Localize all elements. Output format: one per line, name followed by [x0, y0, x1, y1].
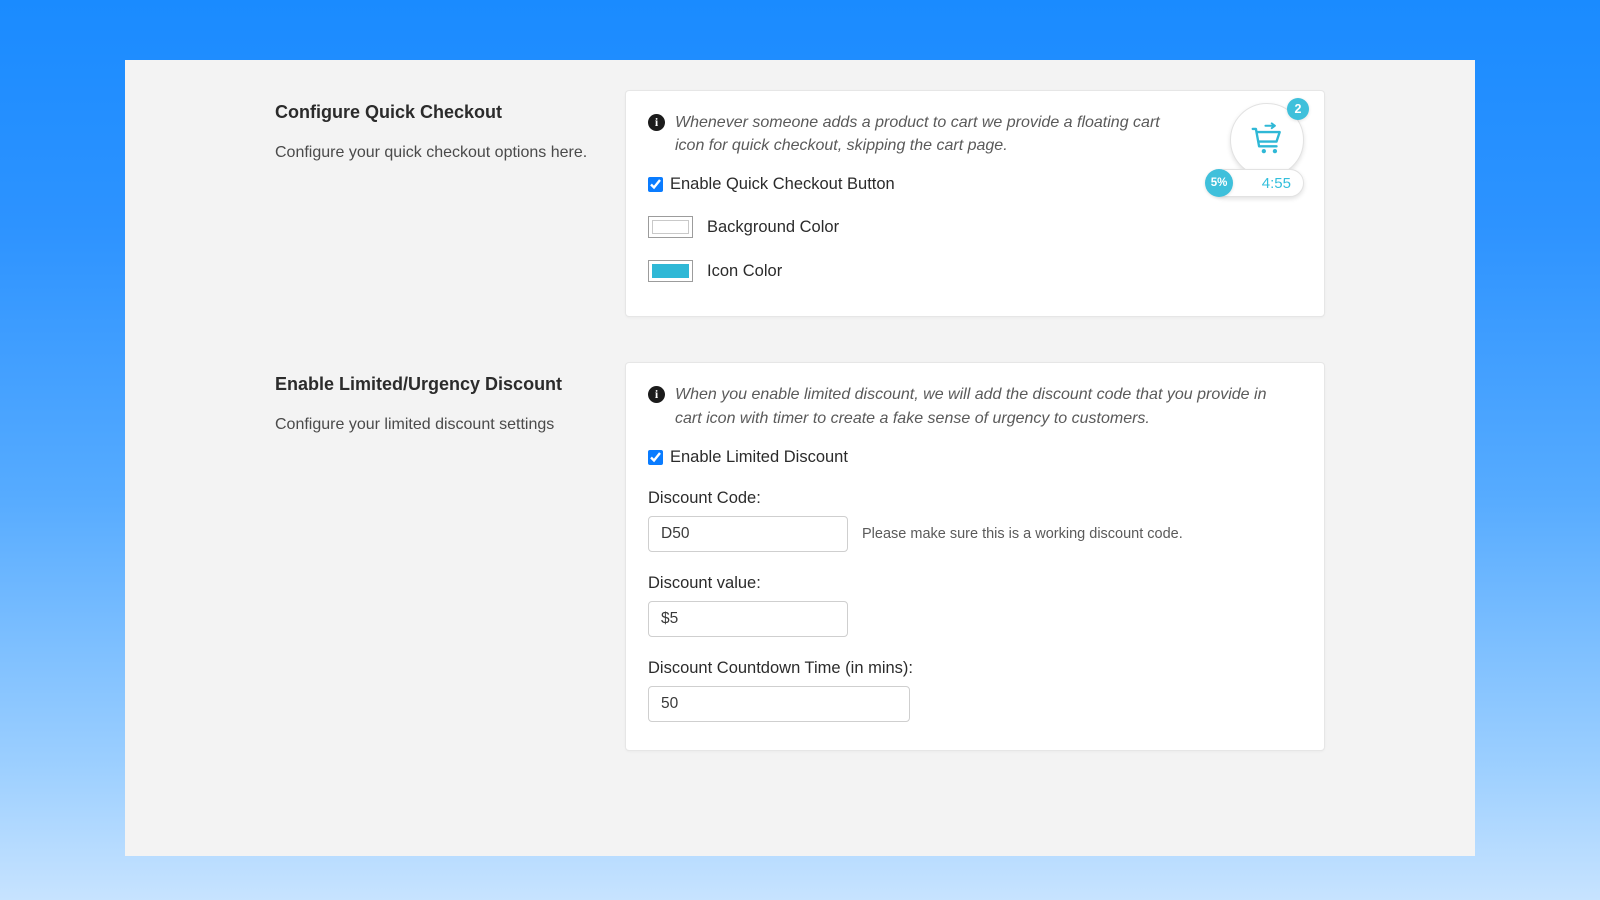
cart-circle[interactable]: 2: [1230, 103, 1304, 177]
quick-checkout-info: Whenever someone adds a product to cart …: [675, 111, 1165, 157]
discount-info: When you enable limited discount, we wil…: [675, 383, 1295, 429]
quick-checkout-title: Configure Quick Checkout: [275, 102, 595, 123]
info-row: i Whenever someone adds a product to car…: [648, 111, 1302, 157]
discount-countdown-input[interactable]: [648, 686, 910, 722]
discount-title: Enable Limited/Urgency Discount: [275, 374, 595, 395]
discount-subtitle: Configure your limited discount settings: [275, 413, 595, 437]
enable-discount-checkbox[interactable]: [648, 450, 663, 465]
discount-value-label: Discount value:: [648, 574, 1302, 593]
info-icon: i: [648, 114, 665, 131]
cart-preview: 2 5% 4:55: [1218, 103, 1304, 197]
enable-quick-checkout-label: Enable Quick Checkout Button: [670, 175, 895, 194]
icon-color-label: Icon Color: [707, 262, 782, 281]
enable-quick-checkout-row: Enable Quick Checkout Button: [648, 175, 1302, 194]
icon-color-row: Icon Color: [648, 260, 1302, 282]
section-quick-checkout: Configure Quick Checkout Configure your …: [125, 90, 1475, 317]
quick-checkout-subtitle: Configure your quick checkout options he…: [275, 141, 595, 165]
enable-discount-label: Enable Limited Discount: [670, 448, 848, 467]
discount-code-field: Discount Code: Please make sure this is …: [648, 489, 1302, 552]
info-row: i When you enable limited discount, we w…: [648, 383, 1302, 429]
enable-quick-checkout-checkbox[interactable]: [648, 177, 663, 192]
settings-page: Configure Quick Checkout Configure your …: [125, 60, 1475, 856]
discount-code-label: Discount Code:: [648, 489, 1302, 508]
cart-timer: 4:55: [1262, 175, 1291, 192]
swatch-inner: [652, 220, 689, 234]
discount-value-input[interactable]: [648, 601, 848, 637]
discount-countdown-label: Discount Countdown Time (in mins):: [648, 659, 1302, 678]
cart-icon: [1248, 121, 1286, 159]
discount-countdown-field: Discount Countdown Time (in mins):: [648, 659, 1302, 722]
discount-card: i When you enable limited discount, we w…: [625, 362, 1325, 750]
background-color-swatch[interactable]: [648, 216, 693, 238]
background-color-label: Background Color: [707, 218, 839, 237]
section-limited-discount: Enable Limited/Urgency Discount Configur…: [125, 362, 1475, 750]
section-left: Enable Limited/Urgency Discount Configur…: [275, 362, 625, 750]
cart-count-badge: 2: [1287, 98, 1309, 120]
quick-checkout-card: i Whenever someone adds a product to car…: [625, 90, 1325, 317]
discount-value-field: Discount value:: [648, 574, 1302, 637]
swatch-inner: [652, 264, 689, 278]
icon-color-swatch[interactable]: [648, 260, 693, 282]
enable-discount-row: Enable Limited Discount: [648, 448, 1302, 467]
discount-code-input[interactable]: [648, 516, 848, 552]
cart-lower-pill[interactable]: 5% 4:55: [1212, 169, 1304, 197]
info-icon: i: [648, 386, 665, 403]
background-color-row: Background Color: [648, 216, 1302, 238]
field-row: Please make sure this is a working disco…: [648, 516, 1302, 552]
discount-percent-badge: 5%: [1205, 169, 1233, 197]
discount-code-hint: Please make sure this is a working disco…: [862, 526, 1183, 542]
section-left: Configure Quick Checkout Configure your …: [275, 90, 625, 317]
